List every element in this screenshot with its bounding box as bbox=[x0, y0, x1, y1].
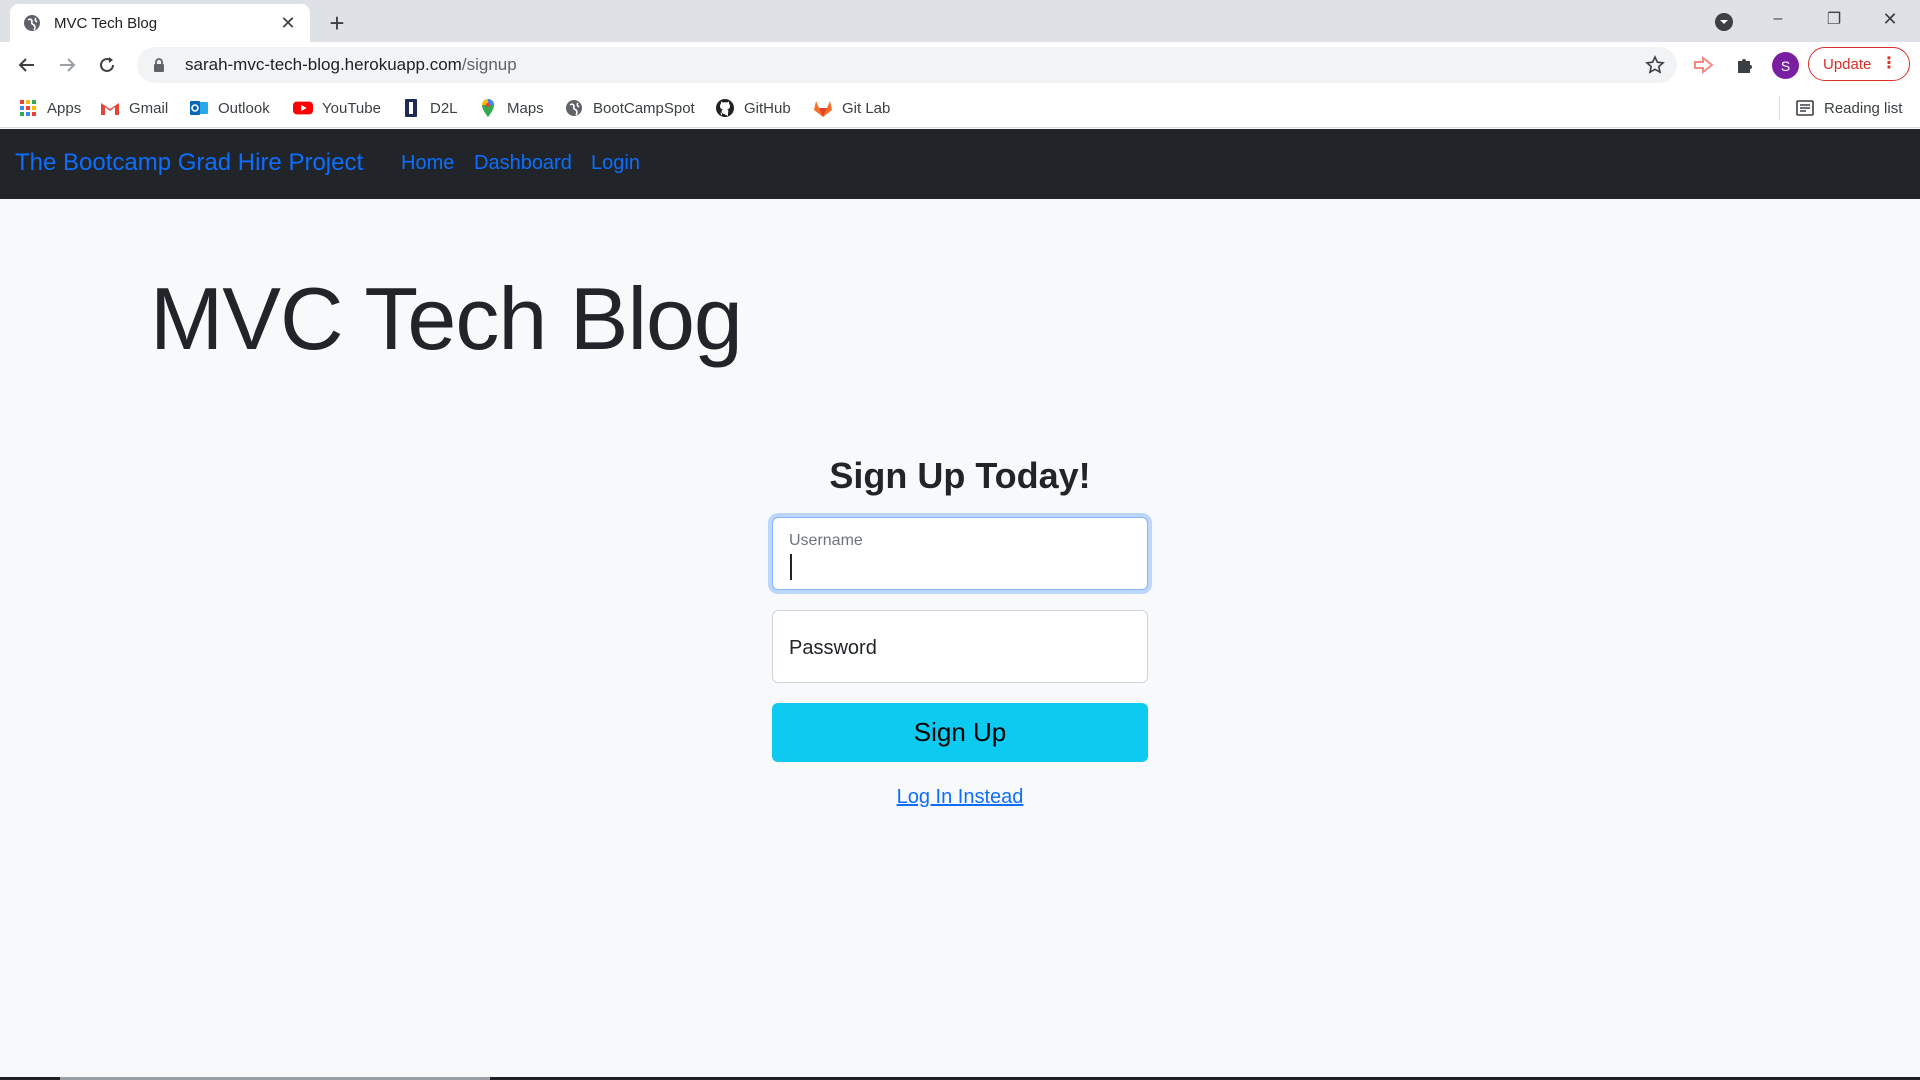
new-tab-button[interactable]: + bbox=[322, 8, 352, 38]
restore-window-button[interactable]: ❐ bbox=[1806, 0, 1862, 38]
profile-avatar[interactable]: S bbox=[1772, 52, 1799, 79]
site-navbar: The Bootcamp Grad Hire Project Home Dash… bbox=[0, 129, 1920, 199]
navbar-brand[interactable]: The Bootcamp Grad Hire Project bbox=[15, 149, 363, 177]
nav-link-home[interactable]: Home bbox=[401, 152, 454, 175]
bookmark-apps[interactable]: Apps bbox=[18, 96, 81, 120]
signup-button[interactable]: Sign Up bbox=[772, 703, 1148, 762]
bookmark-label: GitHub bbox=[744, 99, 791, 117]
bookmark-label: BootCampSpot bbox=[593, 99, 695, 117]
maps-pin-icon bbox=[478, 98, 498, 118]
github-icon bbox=[715, 98, 735, 118]
browser-tab-active[interactable]: MVC Tech Blog ✕ bbox=[10, 4, 310, 42]
back-arrow-icon[interactable] bbox=[11, 49, 43, 81]
update-button[interactable]: Update ⋮ bbox=[1808, 47, 1910, 81]
browser-tabstrip: MVC Tech Blog ✕ + – ❐ ✕ bbox=[0, 0, 1920, 42]
bookmark-gitlab[interactable]: Git Lab bbox=[813, 96, 890, 120]
address-bar[interactable]: sarah-mvc-tech-blog.herokuapp.com /signu… bbox=[137, 47, 1677, 83]
bookmark-label: Git Lab bbox=[842, 99, 891, 117]
bookmark-maps[interactable]: Maps bbox=[478, 96, 544, 120]
bookmark-gmail[interactable]: Gmail bbox=[100, 96, 168, 120]
bookmark-star-icon[interactable] bbox=[1645, 55, 1665, 75]
youtube-icon bbox=[293, 98, 313, 118]
bookmark-label: Gmail bbox=[129, 99, 169, 117]
globe-icon bbox=[564, 98, 584, 118]
bookmarks-divider bbox=[1779, 96, 1780, 120]
lock-icon[interactable] bbox=[151, 57, 167, 73]
bookmark-outlook[interactable]: Outlook bbox=[189, 96, 270, 120]
login-instead-link[interactable]: Log In Instead bbox=[772, 786, 1148, 809]
bookmark-youtube[interactable]: YouTube bbox=[293, 96, 381, 120]
nav-link-login[interactable]: Login bbox=[591, 152, 640, 175]
bookmark-label: D2L bbox=[430, 99, 458, 117]
bookmark-label: Outlook bbox=[218, 99, 270, 117]
browser-toolbar: sarah-mvc-tech-blog.herokuapp.com /signu… bbox=[0, 42, 1920, 88]
signup-heading: Sign Up Today! bbox=[829, 455, 1091, 496]
apps-grid-icon bbox=[18, 98, 38, 118]
reload-icon[interactable] bbox=[91, 49, 123, 81]
password-field[interactable]: Password bbox=[772, 610, 1148, 683]
url-path: /signup bbox=[461, 55, 517, 74]
bookmark-d2l[interactable]: D2L bbox=[401, 96, 458, 120]
extensions-puzzle-icon[interactable] bbox=[1733, 53, 1757, 77]
bookmark-bootcampspot[interactable]: BootCampSpot bbox=[564, 96, 695, 120]
tab-title: MVC Tech Blog bbox=[54, 14, 158, 32]
extension-arrow-icon[interactable] bbox=[1692, 53, 1716, 77]
reading-list-label: Reading list bbox=[1824, 99, 1903, 117]
gitlab-icon bbox=[813, 98, 833, 118]
password-label: Password bbox=[789, 637, 877, 659]
page-title: MVC Tech Blog bbox=[150, 269, 743, 368]
menu-dots-icon: ⋮ bbox=[1881, 55, 1897, 72]
reading-list-button[interactable]: Reading list bbox=[1795, 96, 1902, 120]
gmail-icon bbox=[100, 98, 120, 118]
reading-list-icon bbox=[1795, 98, 1815, 118]
bookmarks-bar: Apps Gmail Outlook YouTube D2L Maps Boot… bbox=[0, 88, 1920, 128]
globe-icon bbox=[22, 13, 42, 33]
username-input[interactable] bbox=[789, 548, 1129, 578]
close-window-button[interactable]: ✕ bbox=[1862, 0, 1918, 38]
bookmark-label: Maps bbox=[507, 99, 544, 117]
forward-arrow-icon[interactable] bbox=[51, 49, 83, 81]
d2l-icon bbox=[401, 98, 421, 118]
bookmark-github[interactable]: GitHub bbox=[715, 96, 791, 120]
bookmark-label: Apps bbox=[47, 99, 82, 117]
username-field[interactable]: Username bbox=[772, 517, 1148, 590]
bookmark-label: YouTube bbox=[322, 99, 381, 117]
minimize-window-button[interactable]: – bbox=[1750, 0, 1806, 38]
outlook-icon bbox=[189, 98, 209, 118]
nav-link-dashboard[interactable]: Dashboard bbox=[474, 152, 572, 175]
text-caret bbox=[790, 554, 792, 580]
tab-close-icon[interactable]: ✕ bbox=[278, 13, 298, 33]
update-label: Update bbox=[1823, 55, 1872, 73]
tab-search-icon[interactable] bbox=[1710, 8, 1738, 36]
url-host: sarah-mvc-tech-blog.herokuapp.com bbox=[185, 55, 462, 74]
